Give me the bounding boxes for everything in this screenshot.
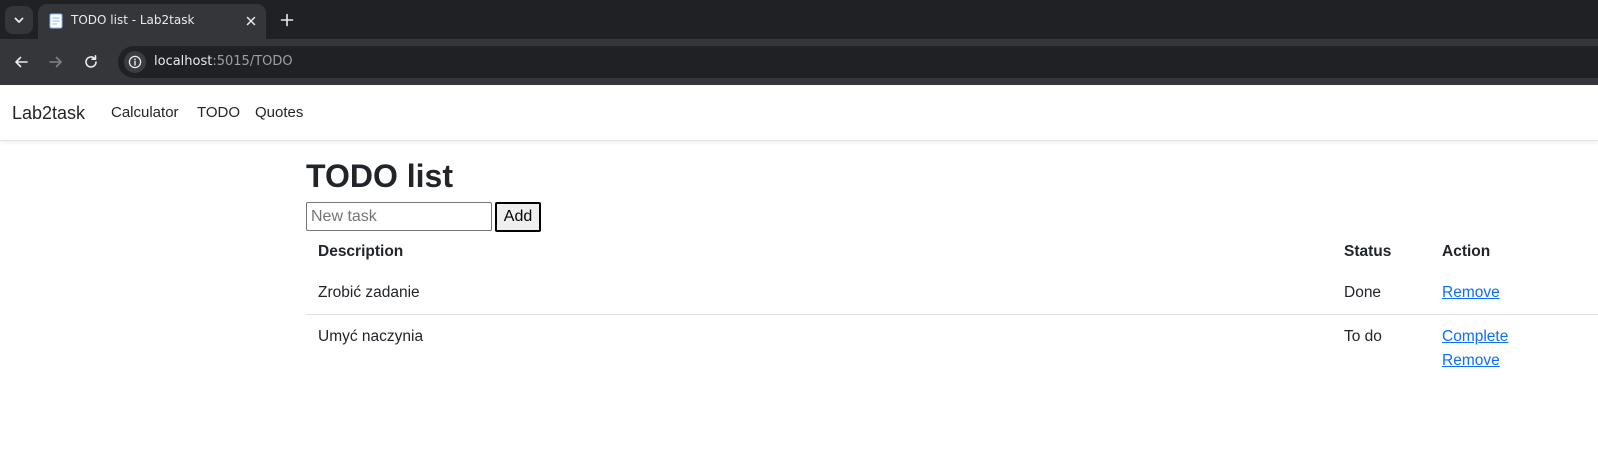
arrow-left-icon (15, 56, 28, 68)
new-tab-button[interactable] (276, 9, 298, 31)
nav-link-todo[interactable]: TODO (197, 104, 240, 121)
remove-link[interactable]: Remove (1442, 349, 1586, 373)
table-row: Zrobić zadanie Done Remove (306, 271, 1598, 315)
task-description: Umyć naczynia (318, 328, 424, 345)
header-description: Description (318, 243, 404, 260)
forward-button[interactable] (44, 50, 68, 74)
task-actions: Complete Remove (1430, 315, 1598, 383)
table-header-row: Description Status Action (306, 232, 1598, 271)
plus-icon (280, 13, 294, 27)
add-task-button[interactable]: Add (495, 202, 541, 232)
navbar-brand[interactable]: Lab2task (12, 103, 85, 124)
task-actions: Remove (1430, 271, 1598, 315)
tab-title: TODO list - Lab2task (71, 13, 195, 27)
site-navbar: Lab2task Calculator TODO Quotes (0, 85, 1598, 141)
header-status: Status (1344, 243, 1392, 260)
reload-icon (85, 55, 97, 68)
browser-toolbar: localhost:5015/TODO (0, 39, 1598, 85)
page-title: TODO list (306, 158, 453, 194)
site-info-button[interactable] (124, 51, 146, 73)
header-action: Action (1442, 243, 1491, 260)
remove-link[interactable]: Remove (1442, 281, 1586, 305)
task-description: Zrobić zadanie (306, 271, 1332, 315)
tab-close-button[interactable] (242, 12, 260, 30)
address-bar[interactable]: localhost:5015/TODO (118, 46, 1598, 78)
browser-tab[interactable]: TODO list - Lab2task (38, 4, 266, 39)
task-status: Done (1332, 271, 1430, 315)
reload-button[interactable] (79, 50, 103, 74)
new-task-input[interactable] (306, 202, 492, 231)
browser-tabstrip: TODO list - Lab2task (0, 0, 1598, 39)
url-text[interactable]: localhost:5015/TODO (154, 54, 293, 69)
back-button[interactable] (9, 50, 33, 74)
url-path: :5015/TODO (212, 54, 293, 69)
table-row: Umyć naczynia To do Complete Remove (306, 315, 1598, 383)
task-status: To do (1344, 328, 1382, 345)
nav-link-calculator[interactable]: Calculator (111, 104, 179, 121)
info-icon (128, 55, 142, 69)
url-host: localhost (154, 54, 213, 69)
chevron-down-icon (14, 17, 24, 23)
document-icon (49, 13, 63, 29)
arrow-right-icon (49, 56, 62, 68)
nav-link-quotes[interactable]: Quotes (255, 104, 303, 121)
close-icon (246, 16, 256, 26)
main-content: TODO list Add Description Status Action … (306, 141, 1598, 461)
complete-link[interactable]: Complete (1442, 325, 1586, 349)
tab-search-button[interactable] (5, 6, 33, 34)
todo-table: Description Status Action Zrobić zadanie… (306, 232, 1598, 382)
